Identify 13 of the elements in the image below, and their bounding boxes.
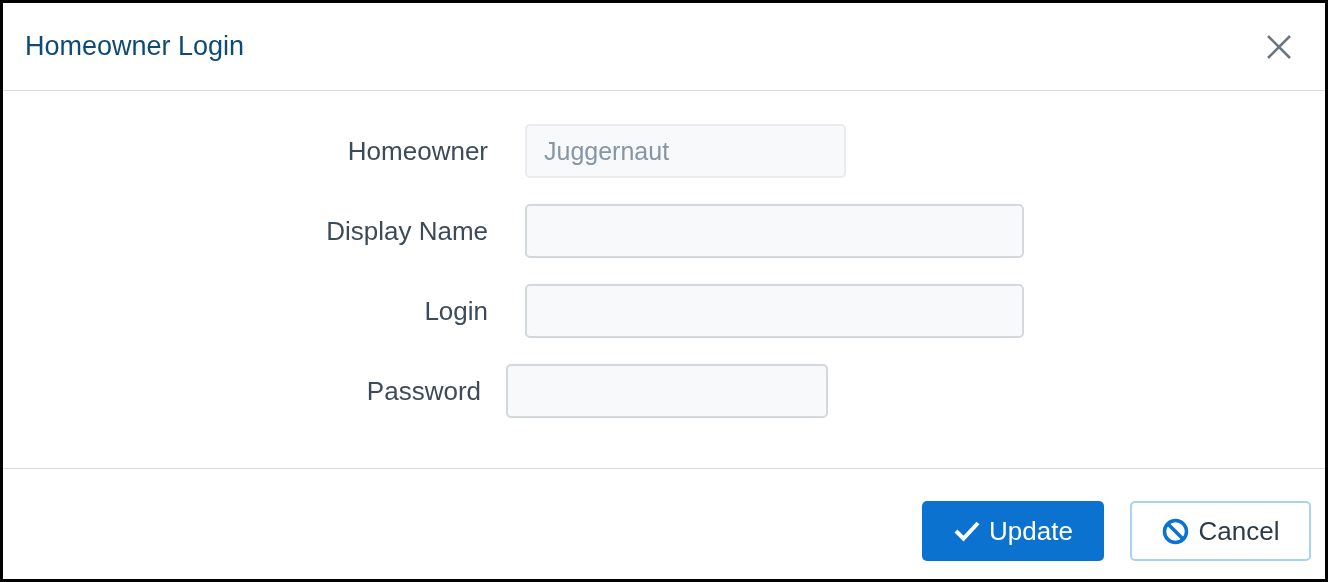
- dialog-title: Homeowner Login: [25, 30, 245, 64]
- update-button[interactable]: Update: [922, 501, 1104, 561]
- prohibited-icon: [1161, 517, 1189, 545]
- field-label: Password: [365, 374, 481, 408]
- field-label: Login: [423, 294, 488, 328]
- input-field[interactable]: [506, 364, 828, 418]
- check-icon: [953, 520, 982, 542]
- input-field[interactable]: [525, 284, 1024, 338]
- field-label: Homeowner: [346, 134, 488, 168]
- field-label: Display Name: [325, 214, 488, 248]
- cancel-button[interactable]: Cancel: [1130, 501, 1311, 561]
- close-icon[interactable]: [1265, 32, 1293, 61]
- input-field[interactable]: [525, 204, 1024, 258]
